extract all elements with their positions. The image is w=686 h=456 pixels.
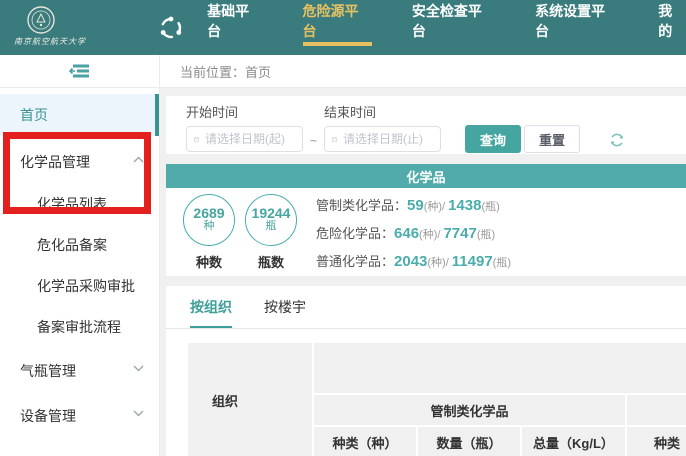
ordinary-chemicals-stat: 普通化学品： 2043 (种)/ 11497 (瓶) — [316, 251, 511, 270]
end-time-field: 结束时间 — [324, 102, 441, 154]
search-button[interactable]: 查询 — [465, 125, 521, 153]
university-name: 南京航空航天大学 — [14, 36, 157, 47]
end-date-input[interactable] — [324, 126, 441, 152]
controlled-chemicals-stat: 管制类化学品： 59 (种)/ 1438 (瓶) — [316, 195, 511, 214]
view-tabs: 按组织 按楼宇 — [166, 286, 686, 329]
start-date-text-input[interactable] — [205, 132, 295, 146]
start-time-field: 开始时间 — [186, 102, 303, 154]
university-emblem-icon — [26, 5, 56, 35]
stat-types-unit: (种)/ — [419, 226, 440, 242]
end-time-label: 结束时间 — [324, 102, 441, 121]
date-filter-card: 开始时间 ~ 结束时间 — [166, 96, 686, 154]
university-logo: 南京航空航天大学 — [0, 0, 157, 55]
stat-label: 管制类化学品： — [316, 195, 407, 214]
sidebar-group-equipment-management[interactable]: 设备管理 — [0, 395, 159, 437]
stat-types-value: 2043 — [394, 253, 427, 270]
stat-bottles-value: 1438 — [448, 197, 481, 214]
species-count-value: 2689 — [193, 206, 224, 220]
nav-item-hazard-source-platform[interactable]: 危险源平台 — [303, 0, 372, 46]
sidebar: 首页 化学品管理 化学品列表 危化品备案 化学品采购审批 — [0, 55, 160, 456]
chevron-down-icon — [133, 365, 144, 372]
chevron-down-icon — [133, 410, 144, 417]
app-window: 南京航空航天大学 基础平台 危险源平台 安全检查平台 系统设置平台 我的 — [0, 0, 686, 456]
species-count-circle: 2689 种 种数 — [178, 194, 240, 271]
sidebar-item-filing-approval-flow[interactable]: 备案审批流程 — [0, 306, 159, 347]
reset-button[interactable]: 重置 — [524, 125, 580, 153]
sidebar-group-gas-cylinder-management[interactable]: 气瓶管理 — [0, 350, 159, 392]
sidebar-item-label: 危化品备案 — [37, 235, 107, 255]
chemical-panel-title: 化学品 — [166, 164, 686, 188]
chemical-panel: 化学品 2689 种 种数 19244 瓶 — [166, 164, 686, 276]
table-header-total: 总量（Kg/L） — [521, 426, 626, 456]
species-count-label: 种数 — [196, 252, 222, 271]
refresh-button[interactable] — [608, 131, 626, 149]
nav-item-safety-inspection-platform[interactable]: 安全检查平台 — [412, 0, 495, 46]
hazardous-chemicals-stat: 危险化学品： 646 (种)/ 7747 (瓶) — [316, 223, 511, 242]
table-header-types: 种类（种） — [313, 426, 417, 456]
nav-item-mine[interactable]: 我的 — [658, 0, 686, 46]
stat-bottles-value: 7747 — [443, 225, 476, 242]
share-network-icon — [157, 14, 185, 42]
calendar-icon — [194, 133, 199, 146]
tab-by-building[interactable]: 按楼宇 — [264, 286, 306, 328]
stat-bottles-value: 11497 — [452, 253, 493, 270]
stat-bottles-unit: (瓶) — [493, 254, 511, 270]
stat-types-unit: (种)/ — [424, 198, 445, 214]
start-date-input[interactable] — [186, 126, 303, 152]
stat-label: 普通化学品： — [316, 251, 394, 270]
active-indicator — [155, 94, 159, 136]
nav-item-basic-platform[interactable]: 基础平台 — [207, 0, 262, 46]
stat-label: 危险化学品： — [316, 223, 394, 242]
table-header-top-blank — [313, 342, 686, 394]
table-group-header-next — [626, 394, 686, 426]
stat-types-unit: (种)/ — [427, 254, 448, 270]
sidebar-item-chemical-list[interactable]: 化学品列表 — [0, 183, 159, 224]
table-header-quantity: 数量（瓶） — [417, 426, 521, 456]
stat-bottles-unit: (瓶) — [477, 226, 495, 242]
table-header-types-2: 种类（种） — [626, 426, 686, 456]
bottle-count-label: 瓶数 — [258, 252, 284, 271]
sidebar-group-chemical-management[interactable]: 化学品管理 — [0, 141, 159, 183]
bottle-count-circle: 19244 瓶 瓶数 — [240, 194, 302, 271]
sidebar-item-hazchem-filing[interactable]: 危化品备案 — [0, 224, 159, 265]
stat-bottles-unit: (瓶) — [481, 198, 499, 214]
sidebar-collapse-icon[interactable] — [69, 63, 91, 79]
summary-table-wrap: 组织 管制类化学品 种类（种） 数量（瓶） 总量（Kg/L） — [166, 329, 686, 456]
refresh-icon — [608, 131, 626, 149]
platform-menu: 基础平台 危险源平台 安全检查平台 系统设置平台 我的 — [207, 0, 686, 55]
tab-by-organization[interactable]: 按组织 — [190, 286, 232, 328]
sidebar-item-label: 备案审批流程 — [37, 317, 121, 337]
stat-types-value: 646 — [394, 225, 419, 242]
breadcrumb-label: 当前位置：首页 — [180, 62, 271, 81]
sidebar-item-label: 首页 — [20, 105, 48, 125]
calendar-icon — [332, 133, 337, 146]
table-header-organization: 组织 — [187, 342, 313, 456]
sidebar-group-label: 气瓶管理 — [20, 361, 76, 381]
top-navbar: 南京航空航天大学 基础平台 危险源平台 安全检查平台 系统设置平台 我的 — [0, 0, 686, 55]
bottle-count-unit: 瓶 — [266, 220, 277, 233]
main-content: 开始时间 ~ 结束时间 — [160, 88, 686, 456]
breadcrumb: 当前位置：首页 — [160, 55, 686, 88]
sidebar-item-home[interactable]: 首页 — [0, 94, 159, 136]
stat-types-value: 59 — [407, 197, 424, 214]
chevron-up-icon — [133, 156, 144, 163]
chemical-stat-lines: 管制类化学品： 59 (种)/ 1438 (瓶) 危险化学品： 646 (种)/… — [316, 195, 511, 270]
table-group-header-controlled-chemicals: 管制类化学品 — [313, 394, 626, 426]
nav-item-system-settings-platform[interactable]: 系统设置平台 — [535, 0, 618, 46]
sidebar-menu: 首页 化学品管理 化学品列表 危化品备案 化学品采购审批 — [0, 88, 159, 437]
sidebar-item-label: 化学品列表 — [37, 194, 107, 214]
organization-table-card: 按组织 按楼宇 组织 管 — [166, 286, 686, 456]
start-time-label: 开始时间 — [186, 102, 303, 121]
end-date-text-input[interactable] — [343, 132, 433, 146]
date-range-separator: ~ — [310, 134, 317, 148]
summary-table: 组织 管制类化学品 种类（种） 数量（瓶） 总量（Kg/L） — [186, 341, 686, 456]
sidebar-group-label: 化学品管理 — [20, 152, 90, 172]
platform-switcher-icon-wrap[interactable] — [157, 0, 185, 55]
sidebar-item-label: 化学品采购审批 — [37, 276, 135, 296]
sidebar-group-label: 设备管理 — [20, 406, 76, 426]
species-count-unit: 种 — [204, 220, 215, 233]
bottle-count-value: 19244 — [252, 206, 291, 220]
sidebar-item-chemical-purchase-approval[interactable]: 化学品采购审批 — [0, 265, 159, 306]
